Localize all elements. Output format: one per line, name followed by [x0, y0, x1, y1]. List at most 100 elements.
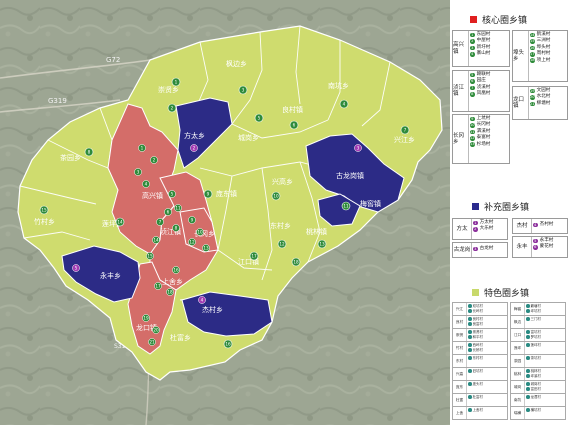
core-group-longkou: 龙口镇 19 文园村 20 水北村 21 柳塘村 — [512, 86, 568, 120]
svg-text:15: 15 — [41, 208, 47, 213]
feature-cell-7: 莲坪 莲坪村 — [510, 341, 566, 355]
road-label-g72: G72 — [106, 56, 120, 64]
label-chongxian: 崇贤乡 — [158, 85, 179, 94]
feature-cell-name: 南坑 — [511, 394, 525, 406]
feature-cell-villages: 茶坑村 — [526, 356, 564, 361]
svg-text:4: 4 — [145, 182, 148, 187]
feature-cell-villages: 杜富村 — [468, 395, 506, 400]
svg-text:17: 17 — [155, 284, 161, 289]
label-dongcun: 东村乡 — [270, 221, 291, 230]
legend-feature-title: 特色圈乡镇 — [472, 286, 529, 299]
feature-cell-1: 梅窖 藕塘村 坪坑村 — [510, 302, 566, 316]
svg-text:5: 5 — [171, 192, 174, 197]
feature-cell-name: 城岗 — [511, 381, 525, 393]
feature-cell-name: 崇贤 — [453, 329, 467, 341]
label-gulonggang: 古龙岗镇 — [336, 171, 364, 180]
feature-cell-name: 兴江 — [453, 303, 467, 315]
legend-panel: 核心圈乡镇 高兴镇 1 东园村 2 中屋村 3 新圩村 4 寨山村 浈江镇 5 赣联村 6… — [450, 0, 568, 425]
svg-text:11: 11 — [343, 204, 349, 209]
label-pangdong: 庞东镇 — [216, 189, 237, 198]
feature-cell-villages: 庞头村 — [468, 382, 506, 387]
svg-text:14: 14 — [153, 238, 159, 243]
feature-cell-name: 兴高 — [453, 368, 467, 380]
feature-cell-name: 江口 — [511, 329, 525, 341]
feature-cell-name: 竹村 — [453, 342, 467, 354]
feature-cell-villages: 富坑村 罗坑村 — [526, 330, 564, 340]
feature-cell-villages: 西岭村 长桥村 — [468, 343, 506, 353]
feature-cell-name: 梅窖 — [511, 303, 525, 315]
svg-text:3: 3 — [242, 88, 245, 93]
label-jiecun: 杰村乡 — [202, 305, 223, 314]
svg-text:17: 17 — [251, 254, 257, 259]
feature-cell-17: 瑞横 横坑村 — [510, 406, 566, 420]
supp-group-gulonggang: 古龙岗 3 古龙村 — [452, 242, 508, 258]
label-dusan: 杜富乡 — [170, 333, 191, 342]
supp-group-fangtai: 方太 1 方太村 2 大乐村 — [452, 218, 508, 240]
feature-cell-name: 桃林 — [511, 368, 525, 380]
svg-text:9: 9 — [207, 192, 210, 197]
feature-cell-5: 江口 富坑村 罗坑村 — [510, 328, 566, 342]
feature-cell-villages: 龙潭村 — [526, 395, 564, 400]
feature-cell-villages: 三门村 — [526, 317, 564, 322]
svg-text:20: 20 — [153, 328, 159, 333]
svg-text:3: 3 — [357, 146, 360, 151]
feature-cell-9: 茶园 茶坑村 — [510, 354, 566, 368]
feature-cell-villages: 莲坪村 — [526, 343, 564, 348]
svg-text:6: 6 — [293, 123, 296, 128]
core-group-zhenjiang: 浈江镇 5 赣联村 6 园庄 7 浈溪村 8 凤凰村 — [452, 70, 510, 112]
label-zhucun: 竹村乡 — [34, 217, 55, 226]
feature-cell-villages: 城岗村 富田村 — [526, 382, 564, 392]
svg-text:3: 3 — [137, 170, 140, 175]
svg-text:2: 2 — [171, 106, 174, 111]
feature-cell-10: 兴高 旧坑村 — [452, 367, 508, 381]
feature-cell-6: 竹村 西岭村 长桥村 — [452, 341, 508, 355]
core-group-changgang: 长冈乡 9 上坑村 10 长冈村 11 泗溪村 12 泰富村 13 杉场村 — [452, 114, 510, 164]
svg-text:9: 9 — [191, 218, 194, 223]
label-shangshe: 上舍乡 — [162, 277, 183, 286]
svg-text:4: 4 — [343, 102, 346, 107]
svg-text:14: 14 — [117, 220, 123, 225]
svg-text:7: 7 — [159, 220, 162, 225]
svg-text:12: 12 — [279, 242, 285, 247]
feature-cell-villages: 旧坑村 — [468, 369, 506, 374]
svg-text:15: 15 — [147, 254, 153, 259]
svg-text:7: 7 — [404, 128, 407, 133]
svg-text:16: 16 — [173, 268, 179, 273]
core-group-gaoxing: 高兴镇 1 东园村 2 中屋村 3 新圩村 4 寨山村 — [452, 30, 510, 67]
svg-text:1: 1 — [175, 80, 178, 85]
feature-cell-16: 上舍 上舍村 — [452, 406, 508, 420]
label-fangtai: 方太乡 — [184, 131, 205, 140]
feature-cell-villages: 东村村 — [468, 356, 506, 361]
feature-cell-name: 莲坪 — [511, 342, 525, 354]
feature-cell-name: 庞东 — [453, 381, 467, 393]
supp-title-text: 补充圈乡镇 — [484, 203, 530, 213]
svg-text:5: 5 — [75, 266, 78, 271]
svg-text:13: 13 — [319, 242, 325, 247]
label-chengan: 城岗乡 — [238, 134, 259, 142]
label-fengbian: 枫边乡 — [226, 59, 247, 68]
road-label-g319: G319 — [48, 97, 67, 105]
svg-text:13: 13 — [203, 246, 209, 251]
feature-cell-8: 东村 东村村 — [452, 354, 508, 368]
feature-cell-villages: 双坑村 长岭村 — [468, 304, 506, 314]
svg-text:2: 2 — [193, 146, 196, 151]
label-xingjiang: 兴江乡 — [394, 135, 415, 144]
feature-cell-villages: 藕塘村 坪坑村 — [526, 304, 564, 314]
supp-group-yongfeng: 永丰 5 永丰村 6 蒙花村 — [512, 236, 568, 258]
svg-text:11: 11 — [175, 206, 181, 211]
feature-cell-11: 桃林 桃林村 坪溪村 — [510, 367, 566, 381]
feature-cell-villages: 良村村 良富村 — [468, 317, 506, 327]
feature-swatch — [472, 289, 479, 296]
supp-swatch — [472, 203, 479, 210]
feature-cell-villages: 横坑村 — [526, 408, 564, 413]
label-chaka: 茶园乡 — [60, 153, 81, 162]
feature-cell-name: 瑞横 — [511, 407, 525, 419]
feature-cell-name: 东村 — [453, 355, 467, 367]
feature-cell-12: 庞东 庞头村 — [452, 380, 508, 394]
feature-cell-name: 茶园 — [511, 355, 525, 367]
label-xingao: 兴高乡 — [272, 177, 293, 186]
feature-cell-0: 兴江 双坑村 长岭村 — [452, 302, 508, 316]
feature-cell-villages: 桃林村 坪溪村 — [526, 369, 564, 379]
feature-cell-15: 南坑 龙潭村 — [510, 393, 566, 407]
core-swatch — [470, 16, 477, 23]
